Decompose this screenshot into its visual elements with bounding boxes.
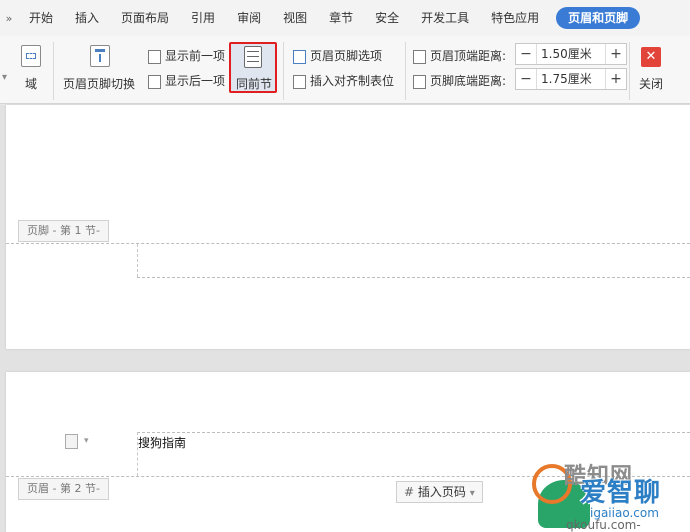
- same-as-previous-label: 同前节: [236, 77, 273, 91]
- tab-references[interactable]: 引用: [180, 0, 226, 36]
- tab-insert[interactable]: 插入: [64, 0, 110, 36]
- header-distance-stepper[interactable]: − 1.50厘米 +: [515, 43, 627, 65]
- ribbon-dropdown-caret[interactable]: ▾: [2, 72, 7, 83]
- insert-page-number-button[interactable]: # 插入页码 ▾: [396, 481, 483, 503]
- header-section-tag: 页眉 - 第 2 节-: [18, 478, 109, 500]
- tab-sections[interactable]: 章节: [318, 0, 364, 36]
- tab-start[interactable]: 开始: [18, 0, 64, 36]
- tab-security[interactable]: 安全: [364, 0, 410, 36]
- footer-distance-decrease[interactable]: −: [516, 69, 536, 89]
- page-icon[interactable]: [65, 434, 78, 449]
- show-previous-button[interactable]: 显示前一项: [148, 47, 225, 64]
- footer-distance-increase[interactable]: +: [606, 69, 626, 89]
- menu-bar: » 开始 插入 页面布局 引用 审阅 视图 章节 安全 开发工具 特色应用 页眉…: [0, 0, 690, 36]
- watermark-text-2: 爱智聊: [580, 478, 662, 508]
- ribbon-separator: [405, 42, 406, 100]
- header-distance-icon: [413, 49, 426, 64]
- tab-page-layout[interactable]: 页面布局: [110, 0, 180, 36]
- footer-distance-label: 页脚底端距离:: [413, 72, 506, 89]
- footer-distance-icon: [413, 74, 426, 89]
- tab-view[interactable]: 视图: [272, 0, 318, 36]
- header-distance-text: 页眉顶端距离:: [430, 49, 507, 63]
- footer-distance-text: 页脚底端距离:: [430, 74, 507, 88]
- header-distance-increase[interactable]: +: [606, 44, 626, 64]
- footer-distance-stepper[interactable]: − 1.75厘米 +: [515, 68, 627, 90]
- ribbon-separator: [629, 42, 630, 100]
- footer-section-tag: 页脚 - 第 1 节-: [18, 220, 109, 242]
- same-as-previous-icon: [244, 46, 262, 68]
- tab-review[interactable]: 审阅: [226, 0, 272, 36]
- header-distance-label: 页眉顶端距离:: [413, 47, 506, 64]
- chevron-down-icon: ▾: [469, 488, 475, 499]
- footer-margin-guide: [137, 244, 138, 277]
- insert-tab-stop-icon: [293, 74, 306, 89]
- tab-header-footer[interactable]: 页眉和页脚: [556, 7, 641, 29]
- menu-overflow-chevron[interactable]: »: [0, 12, 18, 25]
- insert-tab-stop-label: 插入对齐制表位: [310, 74, 395, 88]
- header-distance-value[interactable]: 1.50厘米: [536, 44, 606, 64]
- show-previous-label: 显示前一项: [165, 49, 226, 63]
- header-footer-options-button[interactable]: 页眉页脚选项: [293, 47, 382, 64]
- footer-distance-value[interactable]: 1.75厘米: [536, 69, 606, 89]
- close-button[interactable]: 关闭: [639, 75, 663, 92]
- ribbon-separator: [283, 42, 284, 100]
- field-button[interactable]: 域: [25, 75, 37, 92]
- header-text-top-boundary: [137, 432, 690, 433]
- header-footer-switch-icon: [90, 45, 110, 67]
- options-icon: [293, 49, 306, 64]
- page-icon-caret[interactable]: ▾: [84, 436, 89, 446]
- header-text[interactable]: 搜狗指南: [138, 434, 186, 451]
- insert-tab-stop-button[interactable]: 插入对齐制表位: [293, 72, 394, 89]
- watermark-text-4: qkoufu.com-: [566, 518, 641, 532]
- header-footer-switch-button[interactable]: 页眉页脚切换: [63, 75, 135, 92]
- show-next-label: 显示后一项: [165, 74, 226, 88]
- insert-page-number-label: 插入页码: [417, 485, 466, 499]
- close-icon[interactable]: ✕: [641, 47, 661, 67]
- field-icon: [21, 45, 41, 67]
- footer-text-boundary: [137, 277, 690, 278]
- tab-developer[interactable]: 开发工具: [410, 0, 480, 36]
- watermark-logo: 酷知网 爱智聊 igaiiao.com qkoufu.com-: [528, 458, 690, 532]
- show-next-icon: [148, 74, 161, 89]
- ribbon-separator: [53, 42, 54, 100]
- header-footer-options-label: 页眉页脚选项: [310, 49, 383, 63]
- tab-features[interactable]: 特色应用: [480, 0, 550, 36]
- page-number-icon: #: [404, 485, 415, 499]
- footer-boundary: [6, 243, 690, 244]
- show-next-button[interactable]: 显示后一项: [148, 72, 225, 89]
- header-distance-decrease[interactable]: −: [516, 44, 536, 64]
- show-previous-icon: [148, 49, 161, 64]
